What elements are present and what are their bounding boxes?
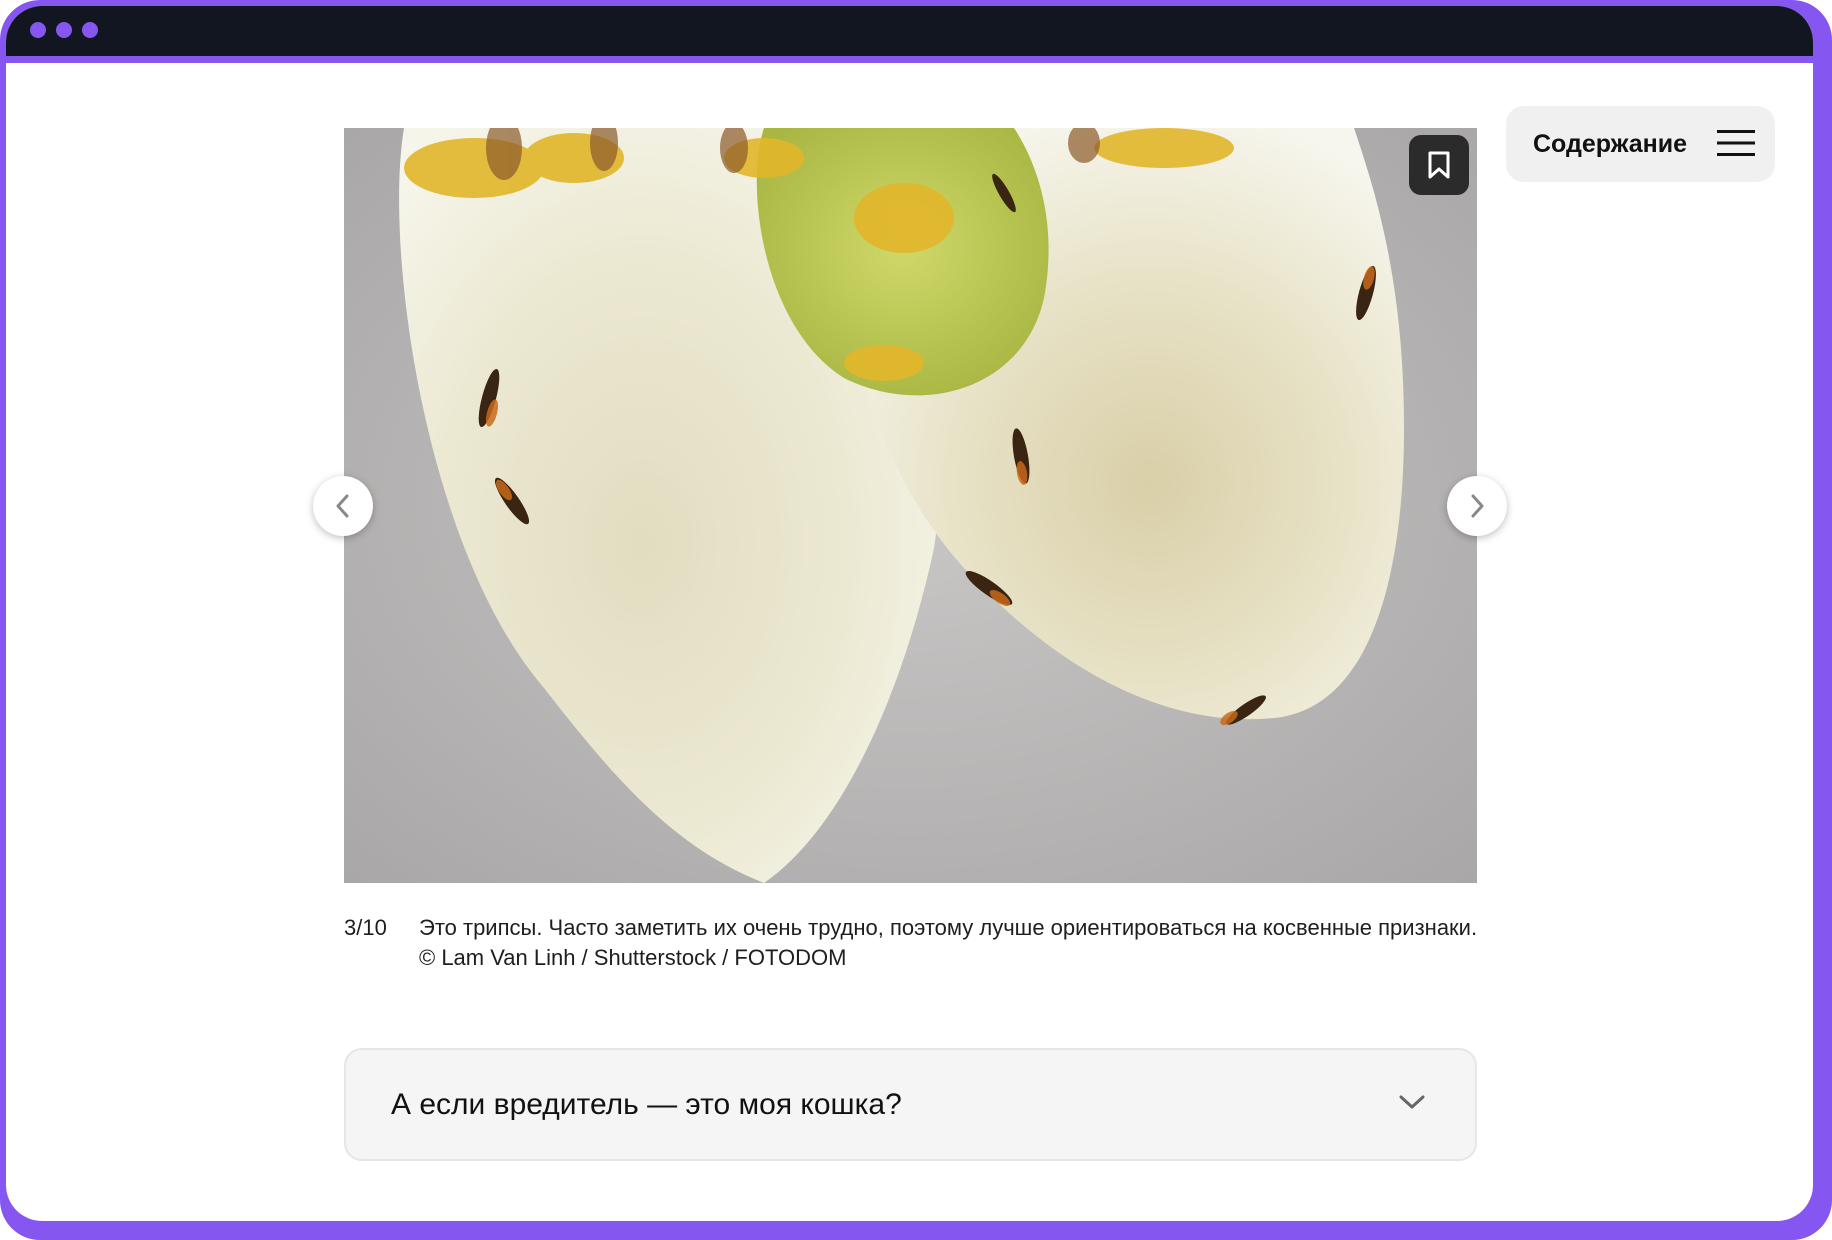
gallery-next-button[interactable] xyxy=(1447,476,1507,536)
window-dot-close[interactable] xyxy=(30,22,46,38)
window-dot-maximize[interactable] xyxy=(82,22,98,38)
photo-caption: 3/10 Это трипсы. Часто заметить их очень… xyxy=(344,913,1484,973)
thrips-photo-illustration xyxy=(344,128,1477,883)
browser-frame: Содержание 3/10 Это трипсы. Часто замети… xyxy=(0,0,1832,1240)
chevron-right-icon xyxy=(1471,494,1484,518)
browser-window: Содержание 3/10 Это трипсы. Часто замети… xyxy=(6,6,1813,1221)
gallery-photo xyxy=(344,128,1477,883)
title-bar-border xyxy=(6,56,1813,63)
window-dot-minimize[interactable] xyxy=(56,22,72,38)
gallery-counter: 3/10 xyxy=(344,915,387,940)
bookmark-icon xyxy=(1428,151,1450,179)
faq-accordion[interactable]: А если вредитель — это моя кошка? xyxy=(344,1048,1477,1161)
page-content: Содержание 3/10 Это трипсы. Часто замети… xyxy=(6,63,1813,1221)
hamburger-menu-icon xyxy=(1717,130,1755,156)
title-bar xyxy=(6,6,1813,56)
faq-accordion-title: А если вредитель — это моя кошка? xyxy=(391,1087,902,1121)
gallery-prev-button[interactable] xyxy=(313,476,373,536)
bookmark-button[interactable] xyxy=(1409,135,1469,195)
chevron-left-icon xyxy=(336,494,349,518)
chevron-down-icon xyxy=(1399,1095,1425,1109)
caption-text: Это трипсы. Часто заметить их очень труд… xyxy=(419,915,1478,970)
toc-label: Содержание xyxy=(1533,129,1688,158)
table-of-contents-button[interactable]: Содержание xyxy=(1506,106,1775,182)
